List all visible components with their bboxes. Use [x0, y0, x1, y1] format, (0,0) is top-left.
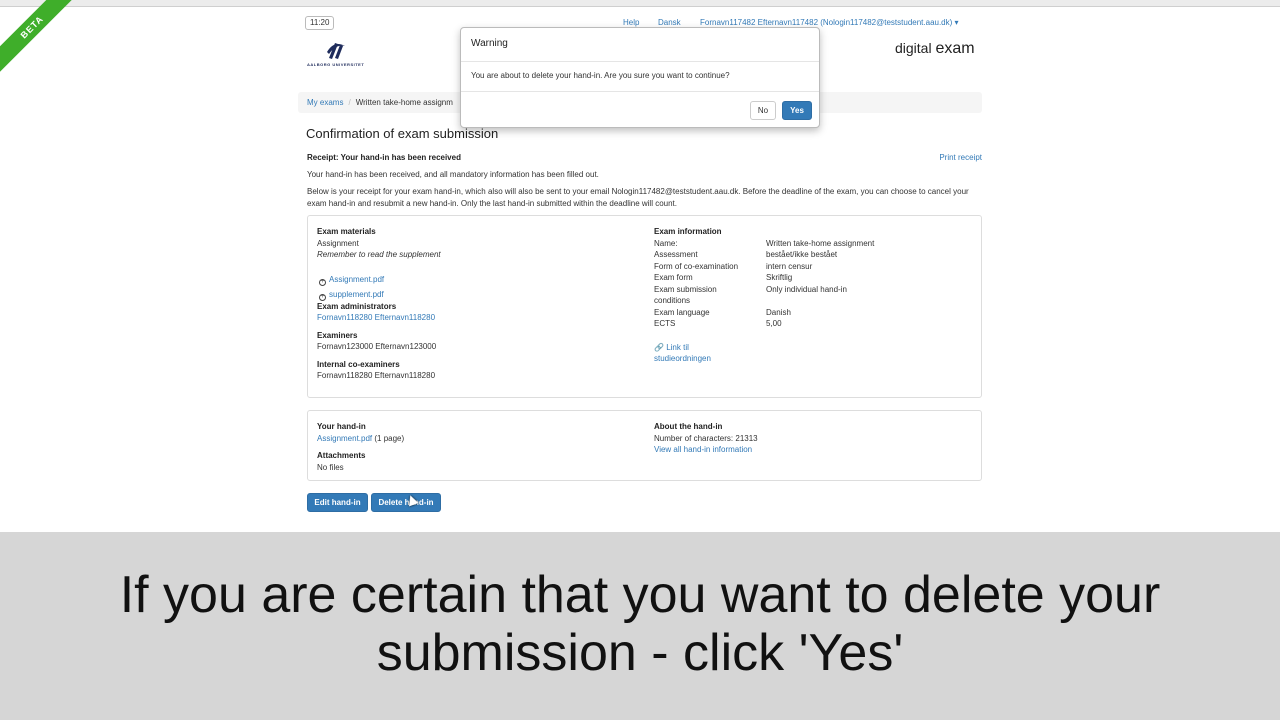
info-value: 5,00 — [766, 319, 782, 328]
file-link-supplement-label: supplement.pdf — [329, 289, 384, 299]
exam-materials-note: Remember to read the supplement — [317, 250, 441, 259]
breadcrumb-current: Written take-home assignm — [355, 98, 453, 107]
time-display: 11:20 — [305, 16, 335, 30]
attachments-value: No files — [317, 462, 344, 472]
info-key: ECTS — [654, 319, 676, 328]
info-row-assessment: Assessment bestået/ikke bestået — [654, 249, 974, 261]
info-key: Assessment — [654, 250, 698, 259]
link-icon: 🔗 — [654, 342, 664, 352]
info-value: Skriftlig — [766, 273, 793, 282]
examiners-heading: Examiners — [317, 330, 358, 340]
info-row-exam-form: Exam form Skriftlig — [654, 272, 974, 284]
receipt-message: Your hand-in has been received, and all … — [307, 170, 599, 179]
info-key: Exam form — [654, 273, 693, 282]
study-regulations-link-line1: Link til — [666, 342, 689, 352]
user-menu[interactable]: Fornavn117482 Efternavn117482 (Nologin11… — [700, 18, 959, 27]
info-row-name: Name: Written take-home assignment — [654, 238, 974, 250]
handin-file-link[interactable]: Assignment.pdf — [317, 434, 372, 443]
handin-file-row: Assignment.pdf (1 page) — [317, 433, 637, 445]
brand-bold: exam — [935, 40, 975, 57]
caption-band: If you are certain that you want to dele… — [0, 532, 1280, 720]
view-all-handin-info-link[interactable]: View all hand-in information — [654, 444, 974, 456]
examiner-name: Fornavn123000 Efternavn123000 — [317, 342, 437, 351]
exam-materials-type: Assignment — [317, 238, 359, 248]
info-row-exam-language: Exam language Danish — [654, 307, 974, 319]
exam-information-heading: Exam information — [654, 227, 722, 236]
study-regulations-link[interactable]: 🔗 Link til — [654, 342, 974, 354]
edit-handin-button[interactable]: Edit hand-in — [307, 493, 368, 512]
browser-toolbar-strip — [0, 0, 1280, 7]
modal-title: Warning — [461, 28, 819, 62]
info-row-co-examination: Form of co-examination intern censur — [654, 261, 974, 273]
modal-message: You are about to delete your hand-in. Ar… — [461, 62, 819, 92]
info-row-conditions-cont: conditions — [654, 295, 974, 307]
info-value: Written take-home assignment — [766, 238, 875, 248]
about-handin-heading: About the hand-in — [654, 422, 723, 431]
info-row-submission-conditions: Exam submission Only individual hand-in — [654, 284, 974, 296]
your-handin-heading: Your hand-in — [317, 422, 366, 431]
info-value: Only individual hand-in — [766, 284, 847, 294]
info-value: bestået/ikke bestået — [766, 250, 838, 259]
university-name: AALBORG UNIVERSITET — [307, 62, 365, 67]
digital-exam-brand: digital exam — [895, 40, 975, 58]
character-count: Number of characters: 21313 — [654, 433, 758, 443]
attachments-heading: Attachments — [317, 451, 366, 460]
brand-light: digital — [895, 40, 932, 56]
info-key: conditions — [654, 296, 691, 305]
your-handin-column: Your hand-in Assignment.pdf (1 page) Att… — [317, 421, 637, 473]
file-link-assignment-label: Assignment.pdf — [329, 274, 385, 284]
receipt-title: Receipt: Your hand-in has been received — [307, 153, 461, 162]
file-link-assignment[interactable]: + Assignment.pdf — [319, 274, 637, 286]
handin-page-count: (1 page) — [372, 433, 405, 443]
info-key: Form of co-examination — [654, 261, 739, 271]
exam-information-column: Exam information Name: Written take-home … — [654, 226, 974, 365]
file-link-supplement[interactable]: + supplement.pdf — [319, 289, 637, 301]
caption-line-2: submission - click 'Yes' — [376, 624, 904, 682]
exam-materials-column: Exam materials Assignment Remember to re… — [317, 226, 637, 382]
info-key: Exam language — [654, 307, 710, 317]
download-icon: + — [319, 278, 326, 286]
exam-materials-heading: Exam materials — [317, 227, 376, 236]
help-link[interactable]: Help — [623, 18, 639, 27]
exam-administrator-link[interactable]: Fornavn118280 Efternavn118280 — [317, 312, 637, 324]
caption-text: If you are certain that you want to dele… — [0, 566, 1280, 682]
page-title: Confirmation of exam submission — [306, 126, 499, 141]
breadcrumb-separator: / — [348, 98, 351, 107]
info-key: Name: — [654, 238, 678, 248]
exam-details-panel: Exam materials Assignment Remember to re… — [307, 215, 982, 398]
about-handin-column: About the hand-in Number of characters: … — [654, 421, 974, 456]
caption-line-1: If you are certain that you want to dele… — [119, 566, 1161, 624]
exam-administrators-heading: Exam administrators — [317, 301, 397, 311]
language-link[interactable]: Dansk — [658, 18, 681, 27]
internal-coexaminers-heading: Internal co-examiners — [317, 359, 400, 369]
info-value: Danish — [766, 307, 791, 317]
download-icon: + — [319, 293, 326, 301]
print-receipt-link[interactable]: Print receipt — [939, 153, 982, 162]
modal-no-button[interactable]: No — [750, 101, 776, 120]
internal-coexaminer-name: Fornavn118280 Efternavn118280 — [317, 371, 436, 380]
receipt-description: Below is your receipt for your exam hand… — [307, 187, 969, 208]
modal-yes-button[interactable]: Yes — [782, 101, 812, 120]
info-key: Exam submission — [654, 284, 717, 294]
study-regulations-link-line2[interactable]: studieordningen — [654, 353, 974, 365]
breadcrumb-my-exams[interactable]: My exams — [307, 98, 343, 107]
beta-ribbon: BETA — [0, 0, 81, 76]
info-row-ects: ECTS 5,00 — [654, 318, 974, 330]
info-value: intern censur — [766, 261, 813, 271]
warning-modal: Warning You are about to delete your han… — [460, 27, 820, 128]
handin-panel: Your hand-in Assignment.pdf (1 page) Att… — [307, 410, 982, 481]
